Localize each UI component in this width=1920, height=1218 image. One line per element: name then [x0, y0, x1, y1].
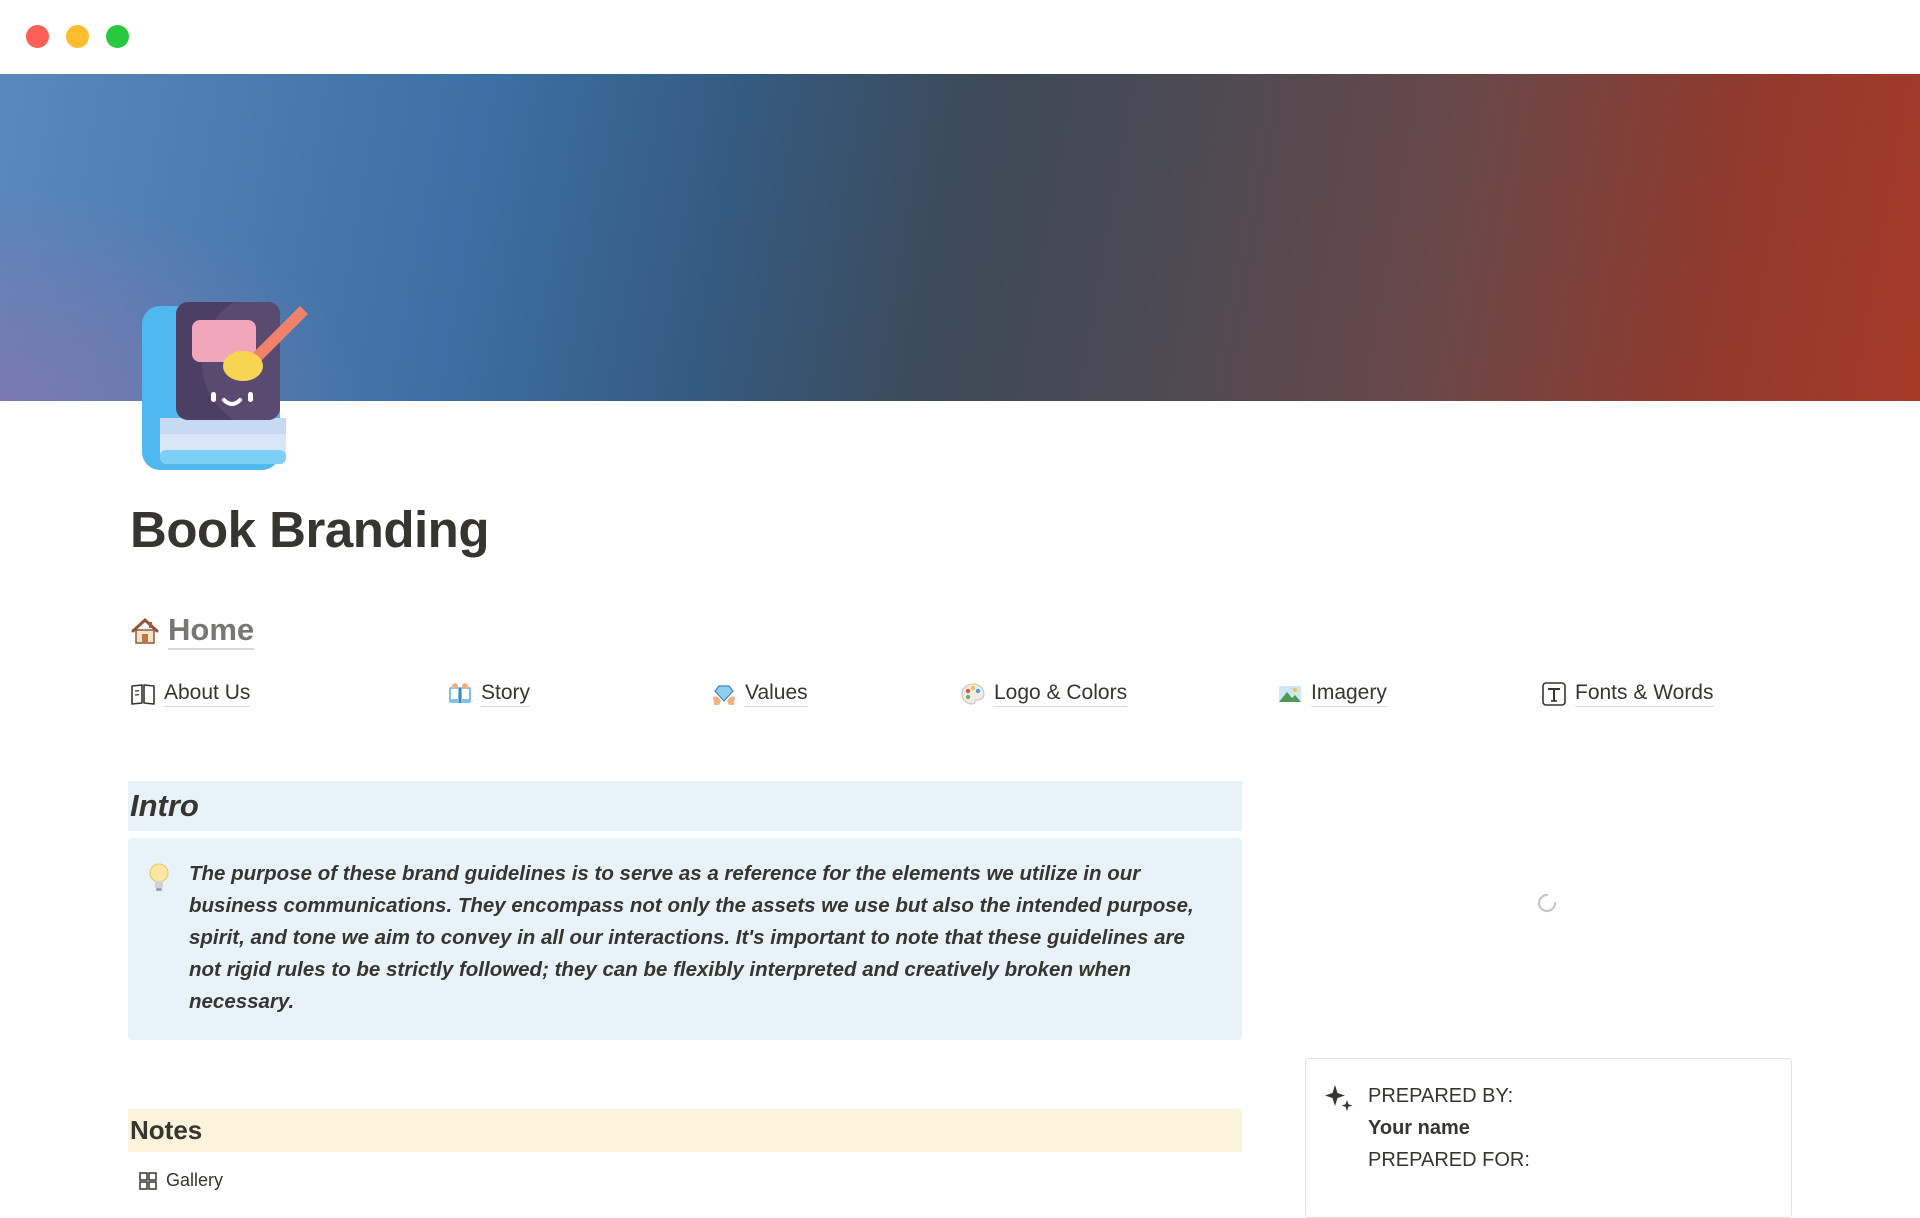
gallery-icon — [138, 1171, 158, 1191]
close-window-button[interactable] — [26, 25, 49, 48]
nav-logo-colors-label: Logo & Colors — [994, 680, 1127, 707]
prepared-by-label: PREPARED BY: — [1368, 1085, 1513, 1108]
spinner-icon — [1536, 892, 1558, 914]
nav-logo-colors[interactable]: Logo & Colors — [960, 680, 1127, 707]
nav-story-label: Story — [481, 680, 530, 707]
minimize-window-button[interactable] — [66, 25, 89, 48]
landscape-icon — [1277, 681, 1303, 707]
window-titlebar — [0, 0, 1920, 74]
prepared-callout[interactable]: PREPARED BY: Your name PREPARED FOR: — [1305, 1058, 1792, 1218]
notes-heading: Notes — [130, 1115, 202, 1146]
gallery-view-label: Gallery — [166, 1170, 223, 1191]
notes-heading-block[interactable]: Notes — [128, 1109, 1242, 1152]
nav-story[interactable]: Story — [447, 680, 530, 707]
nav-fonts-words[interactable]: Fonts & Words — [1541, 680, 1714, 707]
prepared-for-label: PREPARED FOR: — [1368, 1149, 1530, 1172]
nav-about-us[interactable]: About Us — [130, 680, 250, 707]
nav-values-label: Values — [745, 680, 808, 707]
prepared-by-value[interactable]: Your name — [1368, 1117, 1470, 1140]
intro-heading-block[interactable]: Intro — [128, 781, 1242, 831]
open-book-icon — [130, 681, 156, 707]
nav-imagery-label: Imagery — [1311, 680, 1387, 707]
intro-callout[interactable]: The purpose of these brand guidelines is… — [128, 838, 1242, 1040]
diamond-hands-icon — [711, 681, 737, 707]
intro-heading: Intro — [130, 788, 199, 824]
palette-icon — [960, 681, 986, 707]
house-icon — [130, 616, 160, 646]
nav-imagery[interactable]: Imagery — [1277, 680, 1387, 707]
story-book-icon — [447, 681, 473, 707]
page-title[interactable]: Book Branding — [130, 500, 489, 559]
light-bulb-icon — [148, 862, 170, 894]
home-link[interactable]: Home — [130, 612, 254, 650]
sparkles-icon — [1324, 1083, 1354, 1113]
text-icon — [1541, 681, 1567, 707]
nav-about-us-label: About Us — [164, 680, 250, 707]
nav-fonts-words-label: Fonts & Words — [1575, 680, 1714, 707]
book-paintbrush-icon[interactable] — [140, 300, 310, 472]
maximize-window-button[interactable] — [106, 25, 129, 48]
nav-values[interactable]: Values — [711, 680, 808, 707]
notes-gallery-view-tab[interactable]: Gallery — [138, 1170, 223, 1191]
intro-callout-text: The purpose of these brand guidelines is… — [189, 858, 1199, 1018]
home-link-label: Home — [168, 612, 254, 650]
